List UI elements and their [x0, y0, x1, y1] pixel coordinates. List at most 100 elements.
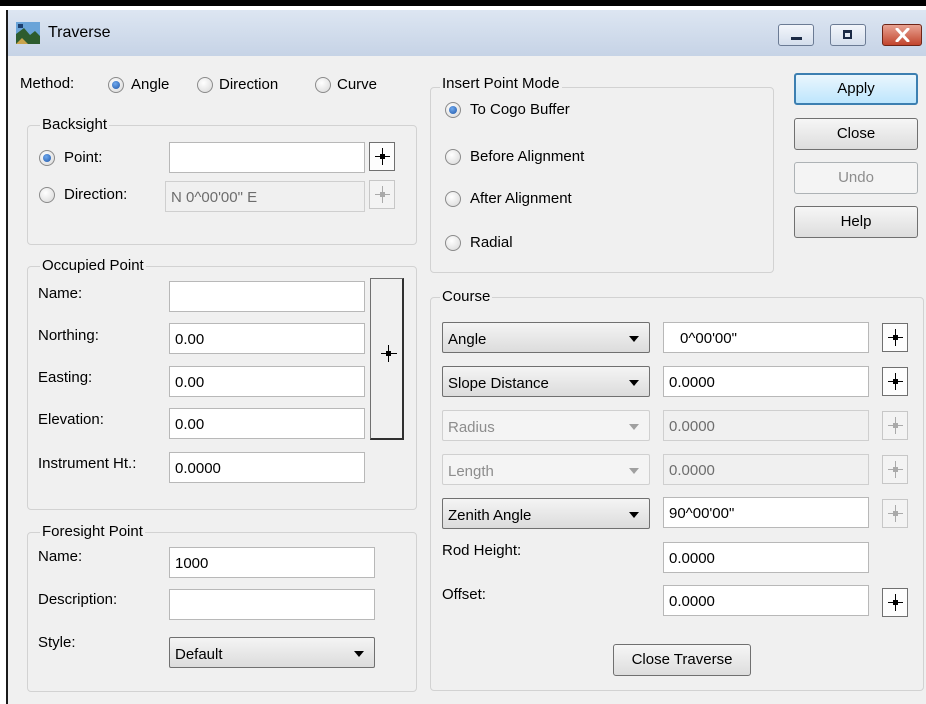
insert-point-mode-title: Insert Point Mode	[440, 75, 562, 92]
close-button[interactable]: Close	[794, 118, 918, 150]
occupied-easting-input[interactable]: 0.00	[169, 366, 365, 397]
dropdown-arrow-icon	[629, 512, 639, 518]
crosshair-icon	[893, 467, 898, 472]
course-slope-distance-input[interactable]: 0.0000	[663, 366, 869, 397]
dropdown-arrow-icon	[629, 468, 639, 474]
dropdown-arrow-icon	[629, 424, 639, 430]
occupied-easting-label: Easting:	[38, 369, 93, 386]
insert-after-alignment-label: After Alignment	[470, 190, 572, 207]
foresight-style-label: Style:	[38, 634, 76, 651]
foresight-point-title: Foresight Point	[40, 523, 145, 540]
course-radius-select-value: Radius	[448, 419, 495, 436]
crosshair-icon	[380, 154, 385, 159]
insert-after-alignment-radio[interactable]	[445, 191, 461, 207]
dialog-body: Method: Angle Direction Curve Backsight …	[8, 56, 926, 704]
course-radius-input[interactable]: 0.0000	[663, 410, 869, 441]
minimize-icon	[791, 37, 802, 40]
method-label: Method:	[20, 75, 75, 92]
insert-radial-radio[interactable]	[445, 235, 461, 251]
backsight-point-pick-button[interactable]	[369, 142, 395, 171]
crosshair-icon	[380, 192, 385, 197]
method-curve-radio[interactable]	[315, 77, 331, 93]
backsight-direction-pick-button[interactable]	[369, 180, 395, 209]
dropdown-arrow-icon	[629, 380, 639, 386]
course-length-pick-button[interactable]	[882, 455, 908, 484]
traverse-dialog: Traverse Method: Angle Direction Curve B…	[6, 10, 926, 704]
method-curve-label: Curve	[337, 76, 378, 93]
restore-icon	[843, 30, 852, 39]
crosshair-icon	[893, 511, 898, 516]
top-border	[0, 0, 926, 6]
insert-before-alignment-radio[interactable]	[445, 149, 461, 165]
course-group	[430, 297, 924, 691]
foresight-style-select[interactable]: Default	[169, 637, 375, 668]
method-angle-label: Angle	[131, 76, 170, 93]
window-close-button[interactable]	[882, 24, 922, 46]
course-zenith-angle-pick-button[interactable]	[882, 499, 908, 528]
course-angle-select[interactable]: Angle	[442, 322, 650, 353]
crosshair-icon	[893, 335, 898, 340]
course-angle-select-value: Angle	[448, 331, 487, 348]
close-traverse-button[interactable]: Close Traverse	[613, 644, 751, 676]
course-slope-distance-pick-button[interactable]	[882, 367, 908, 396]
foresight-name-input[interactable]: 1000	[169, 547, 375, 578]
rod-height-input[interactable]: 0.0000	[663, 542, 869, 573]
traverse-app-icon	[16, 22, 40, 44]
title-bar: Traverse	[8, 10, 926, 56]
crosshair-icon	[893, 423, 898, 428]
course-zenith-angle-select[interactable]: Zenith Angle	[442, 498, 650, 529]
dropdown-arrow-icon	[354, 651, 364, 657]
course-length-select-value: Length	[448, 463, 494, 480]
dropdown-arrow-icon	[629, 336, 639, 342]
course-title: Course	[440, 288, 493, 305]
offset-label: Offset:	[442, 586, 486, 603]
close-icon	[895, 28, 910, 42]
course-angle-input[interactable]: 0^00'00"	[663, 322, 869, 353]
window-title: Traverse	[48, 24, 111, 41]
insert-before-alignment-label: Before Alignment	[470, 148, 585, 165]
course-radius-pick-button[interactable]	[882, 411, 908, 440]
foresight-style-value: Default	[175, 646, 223, 663]
method-direction-radio[interactable]	[197, 77, 213, 93]
course-angle-pick-button[interactable]	[882, 323, 908, 352]
course-slope-distance-select-value: Slope Distance	[448, 375, 549, 392]
offset-input[interactable]: 0.0000	[663, 585, 869, 616]
crosshair-icon	[893, 379, 898, 384]
rod-height-label: Rod Height:	[442, 542, 522, 559]
method-direction-label: Direction	[219, 76, 279, 93]
occupied-instrument-label: Instrument Ht.:	[38, 455, 137, 472]
undo-button[interactable]: Undo	[794, 162, 918, 194]
occupied-name-label: Name:	[38, 285, 83, 302]
restore-button[interactable]	[830, 24, 866, 46]
offset-pick-button[interactable]	[882, 588, 908, 617]
course-length-select[interactable]: Length	[442, 454, 650, 485]
occupied-name-input[interactable]	[169, 281, 365, 312]
course-slope-distance-select[interactable]: Slope Distance	[442, 366, 650, 397]
occupied-elevation-input[interactable]: 0.00	[169, 408, 365, 439]
apply-button[interactable]: Apply	[794, 73, 918, 105]
occupied-elevation-label: Elevation:	[38, 411, 104, 428]
occupied-point-title: Occupied Point	[40, 257, 146, 274]
course-zenith-angle-input[interactable]: 90^00'00"	[663, 497, 869, 528]
minimize-button[interactable]	[778, 24, 814, 46]
course-zenith-angle-select-value: Zenith Angle	[448, 507, 532, 524]
course-radius-select[interactable]: Radius	[442, 410, 650, 441]
occupied-northing-label: Northing:	[38, 327, 99, 344]
method-angle-radio[interactable]	[108, 77, 124, 93]
backsight-title: Backsight	[40, 116, 110, 133]
occupied-instrument-input[interactable]: 0.0000	[169, 452, 365, 483]
backsight-point-input[interactable]	[169, 142, 365, 173]
occupied-northing-input[interactable]: 0.00	[169, 323, 365, 354]
course-length-input[interactable]: 0.0000	[663, 454, 869, 485]
insert-to-cogo-buffer-radio[interactable]	[445, 102, 461, 118]
insert-to-cogo-buffer-label: To Cogo Buffer	[470, 101, 570, 118]
occupied-point-pick-button[interactable]	[370, 278, 404, 440]
backsight-point-label: Point:	[64, 149, 103, 166]
insert-radial-label: Radial	[470, 234, 513, 251]
backsight-direction-input[interactable]: N 0^00'00" E	[165, 181, 365, 212]
backsight-point-radio[interactable]	[39, 150, 55, 166]
backsight-direction-radio[interactable]	[39, 187, 55, 203]
foresight-description-input[interactable]	[169, 589, 375, 620]
help-button[interactable]: Help	[794, 206, 918, 238]
backsight-direction-label: Direction:	[64, 186, 128, 203]
